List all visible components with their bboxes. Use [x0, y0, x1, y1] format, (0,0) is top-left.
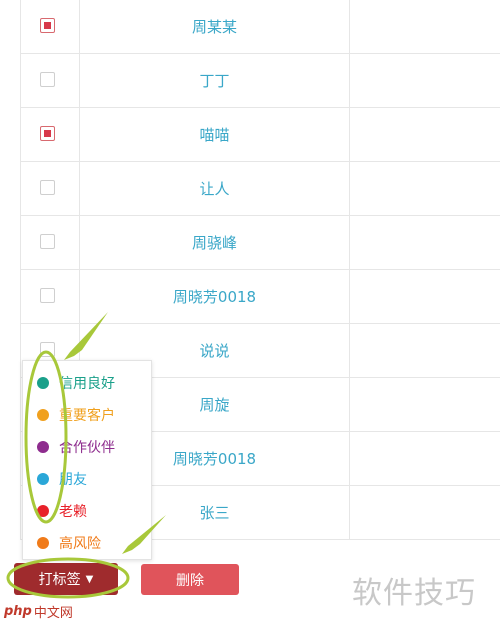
tag-color-dot-icon [37, 409, 49, 421]
customer-name[interactable]: 周骁峰 [80, 216, 350, 269]
tag-button[interactable]: 打标签 ▼ [14, 563, 118, 595]
customer-name[interactable]: 周某某 [80, 0, 350, 53]
customer-name[interactable]: 喵喵 [80, 108, 350, 161]
customer-name[interactable]: 丁丁 [80, 54, 350, 107]
checkbox-cell [20, 216, 80, 269]
tag-color-dot-icon [37, 377, 49, 389]
row-checkbox[interactable] [40, 180, 55, 195]
tag-menu-item[interactable]: 信用良好 [23, 367, 151, 399]
row-checkbox[interactable] [40, 72, 55, 87]
tag-color-dot-icon [37, 473, 49, 485]
checkbox-cell [20, 162, 80, 215]
row-checkbox[interactable] [40, 126, 55, 141]
tag-color-dot-icon [37, 505, 49, 517]
tag-menu-label: 朋友 [59, 472, 87, 488]
table-row: 周骁峰 [20, 216, 500, 270]
tag-menu-item[interactable]: 高风险 [23, 527, 151, 559]
tag-menu-item[interactable]: 合作伙伴 [23, 431, 151, 463]
table-row: 周某某 [20, 0, 500, 54]
delete-button[interactable]: 删除 [141, 564, 239, 595]
row-checkbox[interactable] [40, 18, 55, 33]
watermark-text: 软件技巧 [352, 576, 476, 611]
checkbox-cell [20, 54, 80, 107]
row-checkbox[interactable] [40, 342, 55, 357]
tag-color-dot-icon [37, 441, 49, 453]
tag-color-dot-icon [37, 537, 49, 549]
table-row: 丁丁 [20, 54, 500, 108]
customer-name[interactable]: 让人 [80, 162, 350, 215]
tag-menu-item[interactable]: 朋友 [23, 463, 151, 495]
tag-menu-label: 合作伙伴 [59, 440, 115, 456]
checkbox-cell [20, 0, 80, 53]
tag-menu-label: 信用良好 [59, 376, 115, 392]
tag-menu-item[interactable]: 老赖 [23, 495, 151, 527]
table-row: 让人 [20, 162, 500, 216]
row-checkbox[interactable] [40, 288, 55, 303]
site-watermark-text: 中文网 [33, 606, 73, 621]
row-checkbox[interactable] [40, 234, 55, 249]
table-row: 周晓芳0018 [20, 270, 500, 324]
tag-menu-label: 高风险 [59, 536, 101, 552]
tag-menu-label: 老赖 [59, 504, 87, 520]
checkbox-cell [20, 108, 80, 161]
table-row: 喵喵 [20, 108, 500, 162]
tag-menu-item[interactable]: 重要客户 [23, 399, 151, 431]
site-watermark: php 中文网 [4, 602, 73, 621]
checkbox-cell [20, 270, 80, 323]
tag-menu-label: 重要客户 [59, 408, 115, 424]
php-logo: php [4, 604, 32, 619]
caret-down-icon: ▼ [85, 573, 94, 585]
tag-dropdown-menu: 信用良好重要客户合作伙伴朋友老赖高风险 [22, 360, 152, 560]
customer-name[interactable]: 周晓芳0018 [80, 270, 350, 323]
tag-button-label: 打标签 [38, 572, 81, 588]
